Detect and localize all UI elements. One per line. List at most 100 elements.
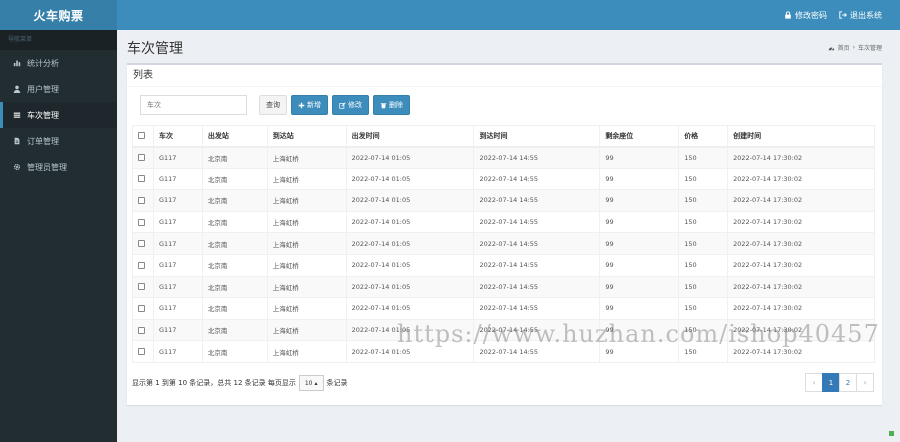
row-checkbox[interactable] bbox=[138, 348, 145, 356]
table-cell: 99 bbox=[599, 297, 680, 320]
row-checkbox[interactable] bbox=[138, 304, 145, 312]
table-cell: 北京南 bbox=[201, 232, 268, 255]
page-size-dropdown[interactable]: 10 ▴ bbox=[298, 375, 324, 391]
column-header[interactable]: 到达站 bbox=[266, 125, 347, 148]
row-checkbox[interactable] bbox=[138, 283, 145, 291]
table-cell: 99 bbox=[599, 318, 680, 342]
row-checkbox[interactable] bbox=[138, 175, 145, 183]
table-cell: 2022-07-14 14:55 bbox=[473, 210, 601, 234]
table-cell: 北京南 bbox=[201, 297, 268, 320]
sidebar-item-admins[interactable]: 管理员管理 bbox=[0, 154, 117, 180]
table-cell: 上海虹桥 bbox=[266, 318, 347, 342]
column-header[interactable]: 价格 bbox=[678, 125, 729, 148]
page-button-1[interactable]: 1 bbox=[822, 373, 840, 392]
row-select-cell bbox=[132, 275, 154, 299]
table-cell: G117 bbox=[152, 189, 203, 212]
top-actions: 修改密码 退出系统 bbox=[784, 0, 882, 30]
table-cell: 2022-07-14 17:30:02 bbox=[727, 318, 875, 342]
table-cell: 150 bbox=[678, 297, 729, 320]
row-select-cell bbox=[132, 210, 154, 234]
column-header[interactable]: 出发时间 bbox=[345, 125, 475, 148]
table-row[interactable]: G117 北京南 上海虹桥 2022-07-14 01:05 2022-07-14 14… bbox=[132, 253, 875, 277]
table-row[interactable]: G117 北京南 上海虹桥 2022-07-14 01:05 2022-07-14 14… bbox=[132, 232, 875, 255]
table-cell: 2022-07-14 01:05 bbox=[345, 275, 475, 299]
search-input[interactable] bbox=[140, 95, 247, 115]
table-cell: 2022-07-14 17:30:02 bbox=[727, 275, 875, 299]
prev-page-button[interactable]: ‹ bbox=[805, 373, 823, 392]
column-header[interactable]: 创建时间 bbox=[727, 125, 875, 148]
breadcrumb-home[interactable]: 首页 bbox=[838, 43, 850, 52]
query-button[interactable]: 查询 bbox=[259, 95, 287, 115]
sidebar-item-trains[interactable]: 车次管理 bbox=[0, 102, 117, 128]
table-cell: 上海虹桥 bbox=[266, 232, 347, 255]
row-select-cell bbox=[132, 189, 154, 212]
table-row[interactable]: G117 北京南 上海虹桥 2022-07-14 01:05 2022-07-14 14… bbox=[132, 340, 875, 363]
delete-button[interactable]: 删除 bbox=[373, 95, 410, 115]
row-checkbox[interactable] bbox=[138, 196, 145, 204]
table-cell: 北京南 bbox=[201, 210, 268, 234]
table-cell: 上海虹桥 bbox=[266, 167, 347, 191]
row-checkbox[interactable] bbox=[138, 261, 145, 269]
sidebar-item-label: 订单管理 bbox=[27, 136, 59, 146]
table-cell: G117 bbox=[152, 318, 203, 342]
table-row[interactable]: G117 北京南 上海虹桥 2022-07-14 01:05 2022-07-14 14… bbox=[132, 297, 875, 320]
table-cell: 2022-07-14 01:05 bbox=[345, 167, 475, 191]
column-header[interactable]: 剩余座位 bbox=[599, 125, 680, 148]
table-row[interactable]: G117 北京南 上海虹桥 2022-07-14 01:05 2022-07-14 14… bbox=[132, 189, 875, 212]
lock-icon bbox=[785, 11, 791, 19]
table-cell: 99 bbox=[599, 232, 680, 255]
table-row[interactable]: G117 北京南 上海虹桥 2022-07-14 01:05 2022-07-14 14… bbox=[132, 275, 875, 299]
table-cell: 北京南 bbox=[201, 318, 268, 342]
column-header[interactable]: 到达时间 bbox=[473, 125, 601, 148]
top-navbar: 火车购票 修改密码 退出系统 bbox=[0, 0, 900, 30]
sidebar-item-users[interactable]: 用户管理 bbox=[0, 76, 117, 102]
table-body: G117 北京南 上海虹桥 2022-07-14 01:05 2022-07-14 14… bbox=[132, 146, 875, 363]
page-size-value: 10 bbox=[304, 379, 313, 387]
table-row[interactable]: G117 北京南 上海虹桥 2022-07-14 01:05 2022-07-14 14… bbox=[132, 146, 875, 169]
row-checkbox[interactable] bbox=[138, 240, 145, 248]
sidebar-item-statistics[interactable]: 统计分析 bbox=[0, 50, 117, 76]
add-button[interactable]: 新增 bbox=[291, 95, 328, 115]
bar-chart-icon bbox=[13, 60, 21, 67]
table-cell: 2022-07-14 01:05 bbox=[345, 340, 475, 363]
train-table: 车次 出发站 到达站 出发时间 到达时间 剩余座位 价格 创建时间 G117 北京… bbox=[132, 125, 875, 363]
page-button-2[interactable]: 2 bbox=[839, 373, 857, 392]
table-cell: 2022-07-14 17:30:02 bbox=[727, 167, 875, 191]
breadcrumb-current: 车次管理 bbox=[857, 45, 882, 52]
app-logo[interactable]: 火车购票 bbox=[0, 0, 117, 30]
table-cell: 2022-07-14 17:30:02 bbox=[727, 232, 875, 255]
table-cell: 上海虹桥 bbox=[266, 210, 347, 234]
logout-link[interactable]: 退出系统 bbox=[839, 10, 882, 21]
edit-button[interactable]: 修改 bbox=[332, 95, 369, 115]
table-cell: 上海虹桥 bbox=[266, 297, 347, 320]
table-cell: 2022-07-14 17:30:02 bbox=[727, 210, 875, 234]
column-header[interactable]: 出发站 bbox=[201, 125, 268, 148]
table-cell: 2022-07-14 14:55 bbox=[473, 189, 601, 212]
table-cell: G117 bbox=[152, 146, 203, 169]
row-select-cell bbox=[132, 340, 154, 363]
table-cell: 150 bbox=[678, 167, 729, 191]
table-row[interactable]: G117 北京南 上海虹桥 2022-07-14 01:05 2022-07-14 14… bbox=[132, 318, 875, 342]
sidebar-item-label: 车次管理 bbox=[27, 110, 59, 120]
row-checkbox[interactable] bbox=[138, 154, 145, 162]
next-page-button[interactable]: › bbox=[856, 373, 874, 392]
column-header[interactable]: 车次 bbox=[152, 125, 203, 148]
table-cell: 2022-07-14 14:55 bbox=[473, 232, 601, 255]
select-all-cell bbox=[132, 125, 154, 148]
table-cell: 2022-07-14 14:55 bbox=[473, 275, 601, 299]
table-row[interactable]: G117 北京南 上海虹桥 2022-07-14 01:05 2022-07-14 14… bbox=[132, 167, 875, 191]
sidebar-header: 导航菜单 bbox=[0, 30, 117, 50]
change-password-link[interactable]: 修改密码 bbox=[784, 10, 827, 21]
table-cell: 150 bbox=[678, 210, 729, 234]
breadcrumb-separator: › bbox=[852, 44, 855, 51]
table-cell: 150 bbox=[678, 318, 729, 342]
sidebar-item-orders[interactable]: 订单管理 bbox=[0, 128, 117, 154]
row-checkbox[interactable] bbox=[138, 218, 145, 226]
row-checkbox[interactable] bbox=[138, 326, 145, 334]
row-select-cell bbox=[132, 146, 154, 169]
plus-icon bbox=[298, 102, 305, 108]
table-cell: 99 bbox=[599, 253, 680, 277]
table-row[interactable]: G117 北京南 上海虹桥 2022-07-14 01:05 2022-07-14 14… bbox=[132, 210, 875, 234]
table-cell: 99 bbox=[599, 340, 680, 363]
select-all-checkbox[interactable] bbox=[138, 132, 145, 140]
